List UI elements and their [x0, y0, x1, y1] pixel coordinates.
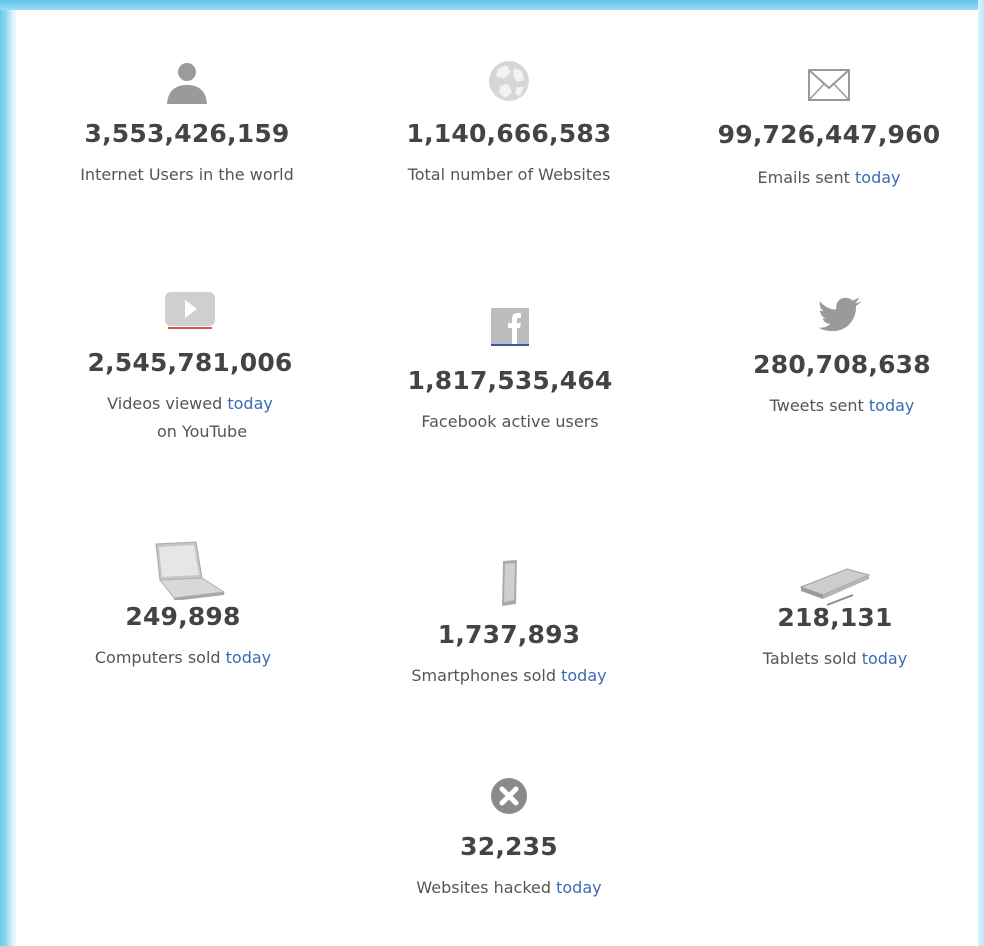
- today-link[interactable]: today: [869, 396, 915, 415]
- user-icon: [167, 63, 207, 104]
- stat-label-text: Computers sold: [94, 648, 221, 667]
- stat-tweets: 280,708,638 Tweets sent today: [692, 296, 984, 419]
- x-circle-icon: [491, 778, 527, 814]
- today-link[interactable]: today: [561, 666, 607, 685]
- stat-label-text: Emails sent: [757, 168, 850, 187]
- top-border: [0, 0, 984, 10]
- stat-value: 1,140,666,583: [406, 119, 612, 148]
- stat-value: 249,898: [125, 602, 241, 631]
- today-link[interactable]: today: [227, 394, 273, 413]
- stat-websites: 1,140,666,583 Total number of Websites: [359, 56, 659, 188]
- stat-label: Total number of Websites: [407, 165, 611, 184]
- stat-smartphones: 1,737,893 Smartphones sold today: [359, 558, 659, 689]
- stat-label: Tablets sold today: [685, 646, 984, 672]
- stat-label-text: Websites hacked: [416, 878, 552, 897]
- globe-icon: [489, 61, 529, 101]
- today-link[interactable]: today: [855, 168, 901, 187]
- stats-panel: 3,553,426,159 Internet Users in the worl…: [16, 10, 978, 946]
- stat-value: 99,726,447,960: [717, 120, 941, 149]
- stat-value: 3,553,426,159: [84, 119, 290, 148]
- stat-hacked: 32,235 Websites hacked today: [359, 774, 659, 901]
- facebook-icon: [491, 308, 529, 346]
- stat-label: Internet Users in the world: [80, 165, 294, 184]
- stat-internet-users: 3,553,426,159 Internet Users in the worl…: [37, 58, 337, 188]
- stat-label: Emails sent today: [679, 165, 979, 191]
- today-link[interactable]: today: [226, 648, 272, 667]
- tablet-icon: [799, 568, 871, 606]
- stat-label: Smartphones sold today: [359, 663, 659, 689]
- stat-label: Websites hacked today: [359, 875, 659, 901]
- stat-value: 1,737,893: [437, 620, 581, 649]
- stat-label: Tweets sent today: [692, 393, 984, 419]
- stat-value: 32,235: [460, 832, 558, 861]
- stat-label: Facebook active users: [421, 412, 599, 431]
- laptop-icon: [155, 541, 226, 600]
- stat-label-second-line: on YouTube: [156, 422, 248, 441]
- stat-label: Videos viewed today: [40, 391, 340, 417]
- stat-facebook: 1,817,535,464 Facebook active users: [360, 306, 660, 435]
- stat-computers: 249,898 Computers sold today: [33, 540, 333, 671]
- envelope-icon: [808, 69, 850, 101]
- stat-tablets: 218,131 Tablets sold today: [685, 565, 984, 672]
- stat-label-text: Tablets sold: [762, 649, 857, 668]
- stat-label-text: Smartphones sold: [411, 666, 557, 685]
- today-link[interactable]: today: [862, 649, 908, 668]
- stat-value: 2,545,781,006: [87, 348, 293, 377]
- stat-emails: 99,726,447,960 Emails sent today: [679, 66, 979, 191]
- stat-value: 1,817,535,464: [407, 366, 613, 395]
- youtube-icon: [165, 292, 215, 329]
- stat-label: Computers sold today: [33, 645, 333, 671]
- stat-label-text: Tweets sent: [769, 396, 864, 415]
- stat-label-text: Videos viewed: [107, 394, 223, 413]
- today-link[interactable]: today: [556, 878, 602, 897]
- twitter-icon: [818, 297, 862, 332]
- stat-videos: 2,545,781,006 Videos viewed today on You…: [40, 290, 340, 445]
- stat-value: 280,708,638: [753, 350, 931, 379]
- smartphone-icon: [502, 560, 517, 606]
- stat-value: 218,131: [777, 603, 893, 632]
